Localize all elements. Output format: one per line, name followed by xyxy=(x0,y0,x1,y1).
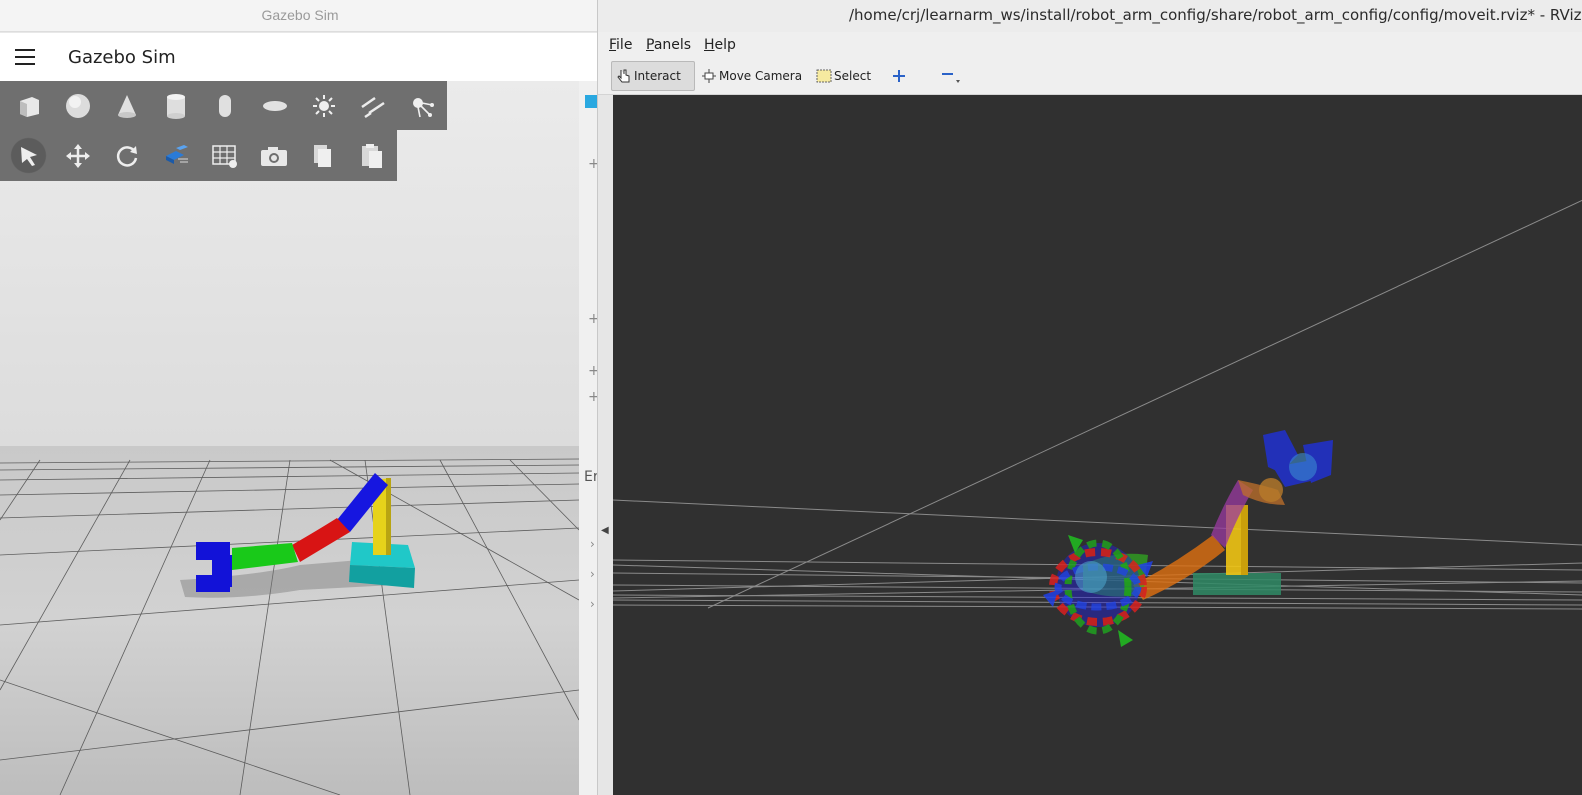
menu-file[interactable]: File xyxy=(609,37,632,53)
interact-label: Interact xyxy=(634,69,681,83)
gazebo-titlebar: Gazebo Sim xyxy=(0,0,600,32)
interact-button[interactable]: Interact xyxy=(611,61,695,91)
rviz-toolbar: Interact Move Camera Select xyxy=(598,58,1582,95)
hand-pointer-icon xyxy=(617,69,630,83)
select-button[interactable]: Select xyxy=(812,61,875,91)
chevron-right-icon[interactable]: › xyxy=(590,567,595,581)
copy-icon[interactable] xyxy=(299,131,348,180)
plus-icon xyxy=(893,70,905,82)
rviz-collapse-handle[interactable]: ◀ xyxy=(598,95,613,795)
remove-tool-button[interactable] xyxy=(936,61,966,91)
rotate-icon[interactable] xyxy=(102,131,151,180)
menu-panels[interactable]: Panels xyxy=(646,37,691,53)
rviz-window-title: /home/crj/learnarm_ws/install/robot_arm_… xyxy=(849,6,1582,24)
move-camera-icon xyxy=(702,69,716,83)
box-icon[interactable] xyxy=(4,81,53,130)
spot-light-icon[interactable] xyxy=(398,81,447,130)
sun-light-icon[interactable] xyxy=(299,81,348,130)
camera-screenshot-icon[interactable] xyxy=(250,131,299,180)
rviz-window: /home/crj/learnarm_ws/install/robot_arm_… xyxy=(597,0,1582,795)
paste-icon[interactable] xyxy=(348,131,397,180)
capsule-icon[interactable] xyxy=(201,81,250,130)
move-camera-button[interactable]: Move Camera xyxy=(697,61,806,91)
snap-icon[interactable] xyxy=(151,131,200,180)
rviz-titlebar: /home/crj/learnarm_ws/install/robot_arm_… xyxy=(598,0,1582,32)
gazebo-app-title: Gazebo Sim xyxy=(68,47,176,68)
grid-icon[interactable] xyxy=(201,131,250,180)
add-tool-button[interactable] xyxy=(888,61,910,91)
translate-icon[interactable] xyxy=(53,131,102,180)
hamburger-menu-icon[interactable] xyxy=(15,49,35,65)
select-arrow-icon[interactable] xyxy=(4,131,54,180)
gazebo-3d-viewport[interactable] xyxy=(0,81,600,795)
gazebo-app-bar: Gazebo Sim xyxy=(0,33,600,81)
move-camera-label: Move Camera xyxy=(719,69,803,83)
chevron-right-icon[interactable]: › xyxy=(590,537,595,551)
ellipsoid-icon[interactable] xyxy=(250,81,299,130)
cone-icon[interactable] xyxy=(102,81,151,130)
shapes-toolbar xyxy=(0,81,447,130)
select-label: Select xyxy=(834,69,872,83)
sphere-icon[interactable] xyxy=(53,81,102,130)
gazebo-window-title: Gazebo Sim xyxy=(261,7,339,23)
transform-toolbar xyxy=(0,130,397,181)
rviz-3d-viewport[interactable] xyxy=(613,95,1582,795)
collapse-left-icon[interactable]: ◀ xyxy=(601,525,609,536)
chevron-right-icon[interactable]: › xyxy=(590,597,595,611)
rviz-menubar: File Panels Help xyxy=(598,33,1582,58)
directional-light-icon[interactable] xyxy=(349,81,398,130)
gazebo-window: Gazebo Sim Gazebo Sim xyxy=(0,0,600,795)
menu-help[interactable]: Help xyxy=(704,37,736,53)
minus-icon xyxy=(942,73,960,83)
select-rectangle-icon xyxy=(816,69,832,83)
cylinder-icon[interactable] xyxy=(152,81,201,130)
